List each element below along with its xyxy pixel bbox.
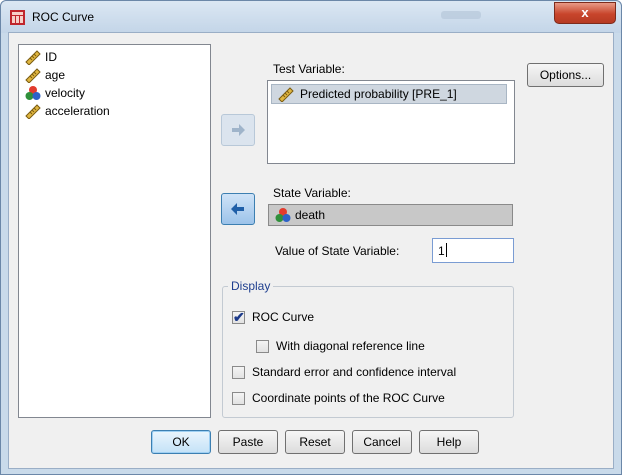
arrow-right-icon <box>232 124 245 136</box>
help-button[interactable]: Help <box>419 430 479 454</box>
move-to-state-variable-button[interactable] <box>221 193 255 225</box>
std-error-checkbox[interactable] <box>232 366 245 379</box>
state-variable-name: death <box>295 208 326 222</box>
value-of-state-text: 1 <box>438 244 445 258</box>
variable-name: acceleration <box>45 104 110 118</box>
text-caret <box>445 243 447 257</box>
variable-name: velocity <box>45 86 86 100</box>
roc-curve-label: ROC Curve <box>252 310 315 324</box>
value-of-state-label: Value of State Variable: <box>275 244 400 258</box>
spss-app-icon <box>10 10 25 25</box>
value-of-state-input[interactable]: 1 <box>432 238 514 263</box>
paste-button[interactable]: Paste <box>218 430 278 454</box>
reset-button[interactable]: Reset <box>285 430 345 454</box>
roc-curve-checkbox[interactable]: ✔ <box>232 309 245 325</box>
coordinate-points-checkbox[interactable] <box>232 392 245 405</box>
ruler-scale-icon <box>25 50 41 65</box>
std-error-label: Standard error and confidence interval <box>252 365 457 379</box>
variable-name: ID <box>45 50 57 64</box>
nominal-circles-icon <box>275 208 291 222</box>
test-variable-box[interactable]: Predicted probability [PRE_1] <box>267 80 515 164</box>
close-button[interactable]: x <box>554 2 616 24</box>
test-variable-label: Test Variable: <box>273 62 345 76</box>
ok-button[interactable]: OK <box>151 430 211 454</box>
nominal-circles-icon <box>25 86 41 100</box>
arrow-left-icon <box>231 203 244 215</box>
list-item[interactable]: velocity <box>25 84 85 102</box>
state-variable-label: State Variable: <box>273 186 351 200</box>
ruler-scale-icon <box>25 68 41 83</box>
title-bar[interactable]: ROC Curve x <box>1 1 621 33</box>
test-variable-name: Predicted probability [PRE_1] <box>300 87 457 101</box>
ruler-scale-icon <box>278 87 294 102</box>
background-window-ghost <box>441 11 481 19</box>
list-item[interactable]: ID <box>25 48 57 66</box>
test-variable-item[interactable]: Predicted probability [PRE_1] <box>271 84 507 104</box>
window-title: ROC Curve <box>32 10 95 24</box>
diagonal-reference-checkbox[interactable] <box>256 340 269 353</box>
cancel-button[interactable]: Cancel <box>352 430 412 454</box>
move-to-test-variable-button[interactable] <box>221 114 255 146</box>
diagonal-reference-label: With diagonal reference line <box>276 339 425 353</box>
checkmark-icon: ✔ <box>233 309 245 325</box>
source-variable-list[interactable]: ID age velocity acceleration <box>18 44 211 418</box>
display-group-legend: Display <box>228 279 274 293</box>
list-item[interactable]: acceleration <box>25 102 110 120</box>
list-item[interactable]: age <box>25 66 65 84</box>
state-variable-box[interactable]: death <box>268 204 513 226</box>
options-button[interactable]: Options... <box>527 63 604 87</box>
coordinate-points-label: Coordinate points of the ROC Curve <box>252 391 445 405</box>
variable-name: age <box>45 68 66 82</box>
ruler-scale-icon <box>25 104 41 119</box>
